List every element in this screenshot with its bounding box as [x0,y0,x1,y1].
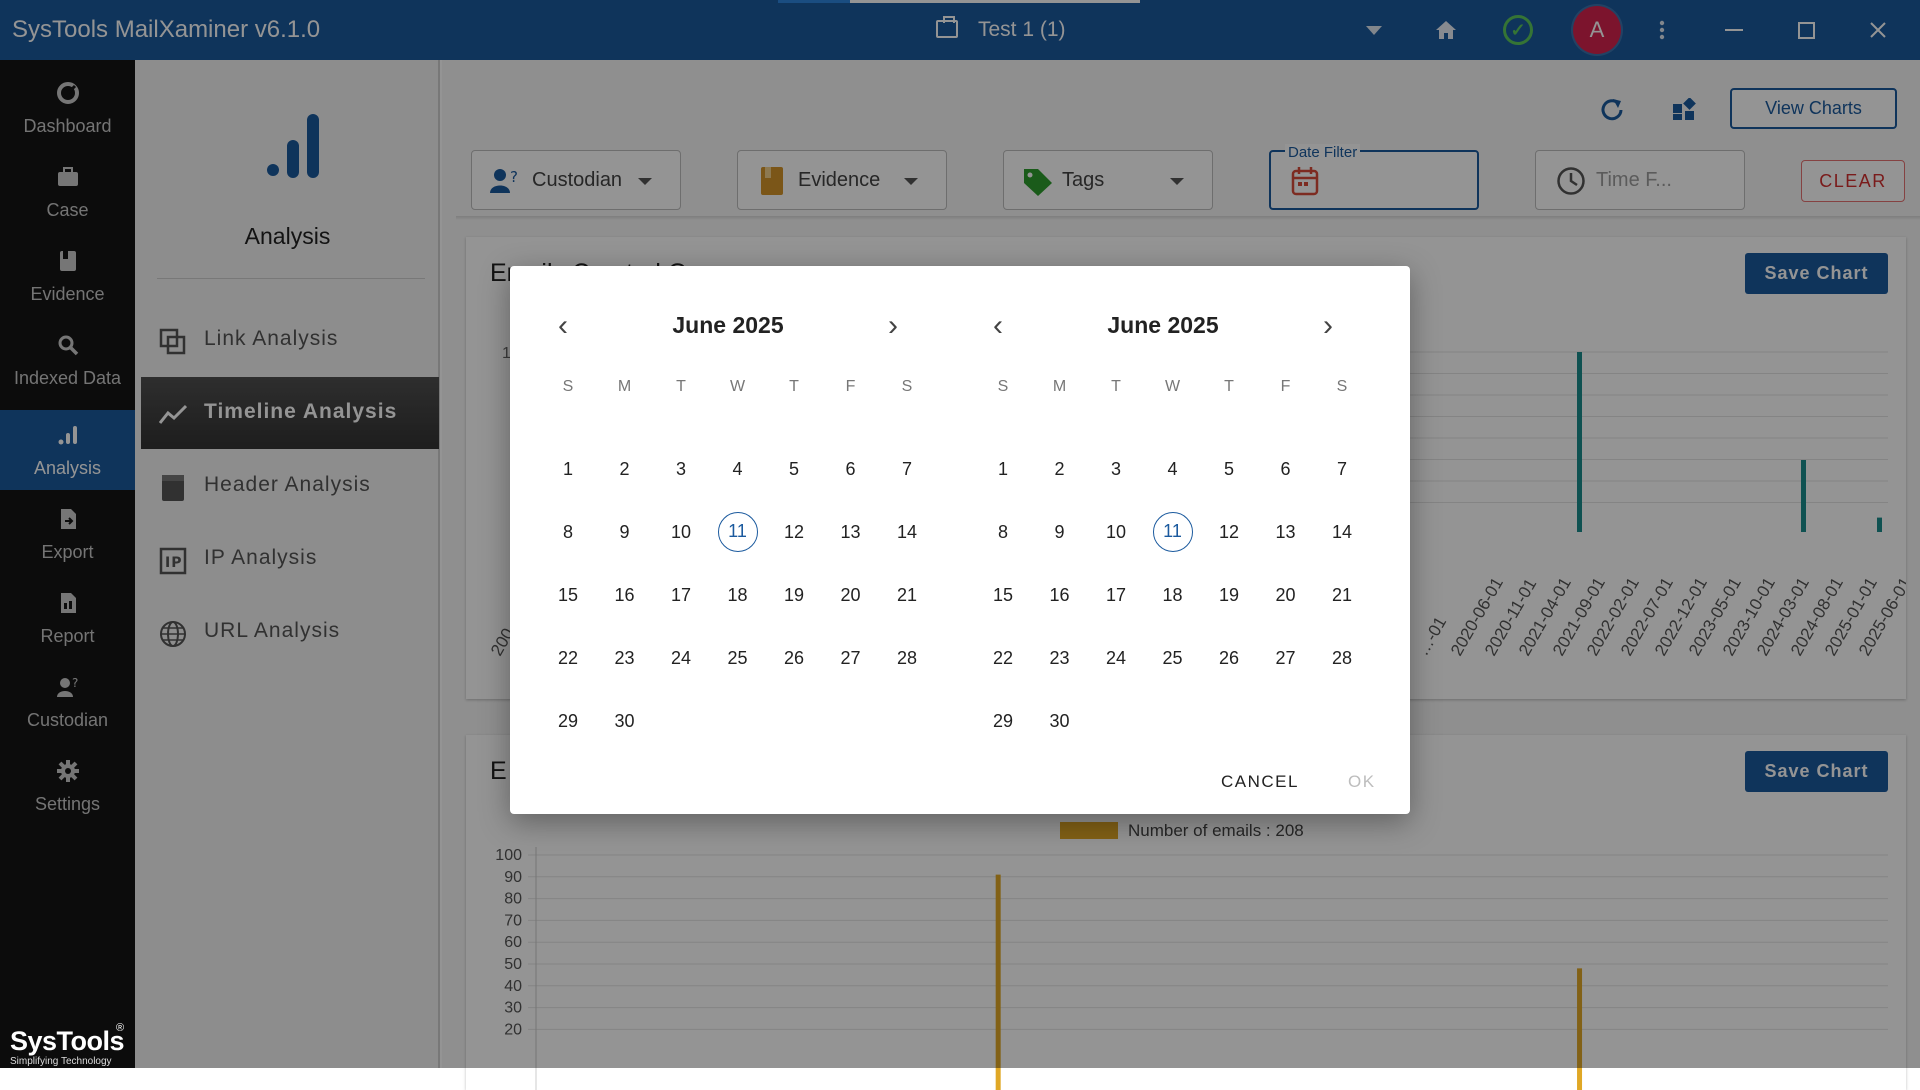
day-cell[interactable]: 8 [983,512,1023,552]
day-cell[interactable]: 18 [1153,575,1193,615]
calendar-header: ‹ June 2025 › [528,308,928,344]
next-month-button[interactable]: › [878,311,908,342]
weekday-label: F [845,378,856,395]
weekday-label: T [1224,378,1234,395]
day-cell[interactable]: 7 [887,449,927,489]
day-cell[interactable]: 2 [1040,449,1080,489]
day-cell[interactable]: 13 [1266,512,1306,552]
day-cell[interactable]: 17 [1096,575,1136,615]
day-cell[interactable]: 14 [1322,512,1362,552]
weekday-label: M [1052,378,1067,395]
weekday-label: S [901,378,913,395]
brand-logo: SysTools ® Simplifying Technology [10,1022,125,1067]
day-cell[interactable]: 27 [831,638,871,678]
day-cell[interactable]: 1 [548,449,588,489]
day-cell[interactable]: 29 [548,701,588,741]
day-cell[interactable]: 21 [1322,575,1362,615]
month-title: June 2025 [672,312,784,338]
day-cell[interactable]: 25 [1153,638,1193,678]
day-cell[interactable]: 19 [774,575,814,615]
weekday-label: M [617,378,632,395]
day-cell[interactable]: 21 [887,575,927,615]
day-cell[interactable]: 17 [661,575,701,615]
day-cell[interactable]: 3 [661,449,701,489]
day-cell[interactable]: 27 [1266,638,1306,678]
day-cell[interactable]: 5 [1209,449,1249,489]
day-cell[interactable]: 30 [605,701,645,741]
day-cell[interactable]: 28 [1322,638,1362,678]
day-cell[interactable]: 3 [1096,449,1136,489]
day-cell[interactable]: 20 [831,575,871,615]
weekday-label: W [1164,378,1181,395]
day-cell[interactable]: 19 [1209,575,1249,615]
day-cell[interactable]: 8 [548,512,588,552]
day-cell[interactable]: 25 [718,638,758,678]
day-cell[interactable]: 10 [1096,512,1136,552]
ok-button[interactable]: OK [1348,772,1376,792]
day-cell[interactable]: 16 [605,575,645,615]
day-cell[interactable]: 10 [661,512,701,552]
day-cell[interactable]: 4 [718,449,758,489]
day-cell[interactable]: 2 [605,449,645,489]
day-cell[interactable]: 24 [661,638,701,678]
day-cell-today[interactable]: 11 [717,512,758,552]
day-cell[interactable]: 9 [605,512,645,552]
day-cell[interactable]: 20 [1266,575,1306,615]
day-cell-today[interactable]: 11 [1152,512,1193,552]
day-cell[interactable]: 12 [1209,512,1249,552]
day-cell[interactable]: 22 [548,638,588,678]
calendar-right: ‹ June 2025 › S M T W T F S 1 2 3 4 5 6 7 8 9 10 11 12 13 14… [963,266,1363,736]
day-cell[interactable]: 23 [1040,638,1080,678]
calendar-left: ‹ June 2025 › S M T W T F S 1 2 3 4 5 6 7 8 9 10 11 12 13 14… [528,266,928,736]
day-cell[interactable]: 5 [774,449,814,489]
weekday-label: S [1336,378,1348,395]
weekday-label: W [729,378,746,395]
day-cell[interactable]: 13 [831,512,871,552]
brand-registered-mark: ® [116,1022,125,1034]
day-cell[interactable]: 28 [887,638,927,678]
brand-tagline: Simplifying Technology [10,1056,112,1067]
weekday-label: F [1280,378,1291,395]
day-cell[interactable]: 4 [1153,449,1193,489]
day-cell[interactable]: 7 [1322,449,1362,489]
day-cell[interactable]: 14 [887,512,927,552]
brand-name: SysTools [10,1026,125,1056]
day-cell[interactable]: 18 [718,575,758,615]
day-cell[interactable]: 29 [983,701,1023,741]
date-range-dialog: ‹ June 2025 › S M T W T F S 1 2 3 4 5 6 7 8 9 10 11 12 13 14… [510,266,1410,814]
day-cell[interactable]: 6 [1266,449,1306,489]
month-title: June 2025 [1107,312,1219,338]
weekday-label: T [676,378,686,395]
calendar-header: ‹ June 2025 › [963,308,1363,344]
day-cell[interactable]: 26 [774,638,814,678]
day-cell[interactable]: 15 [983,575,1023,615]
weekday-label: S [997,378,1009,395]
weekday-label: T [1111,378,1121,395]
day-cell[interactable]: 9 [1040,512,1080,552]
day-cell[interactable]: 22 [983,638,1023,678]
day-cell[interactable]: 26 [1209,638,1249,678]
day-cell[interactable]: 24 [1096,638,1136,678]
weekday-label: T [789,378,799,395]
cancel-button[interactable]: CANCEL [1221,772,1299,792]
day-cell[interactable]: 1 [983,449,1023,489]
day-cell[interactable]: 30 [1040,701,1080,741]
day-cell[interactable]: 12 [774,512,814,552]
next-month-button[interactable]: › [1313,311,1343,342]
day-cell[interactable]: 16 [1040,575,1080,615]
day-cell[interactable]: 23 [605,638,645,678]
day-cell[interactable]: 15 [548,575,588,615]
weekday-label: S [562,378,574,395]
day-cell[interactable]: 6 [831,449,871,489]
